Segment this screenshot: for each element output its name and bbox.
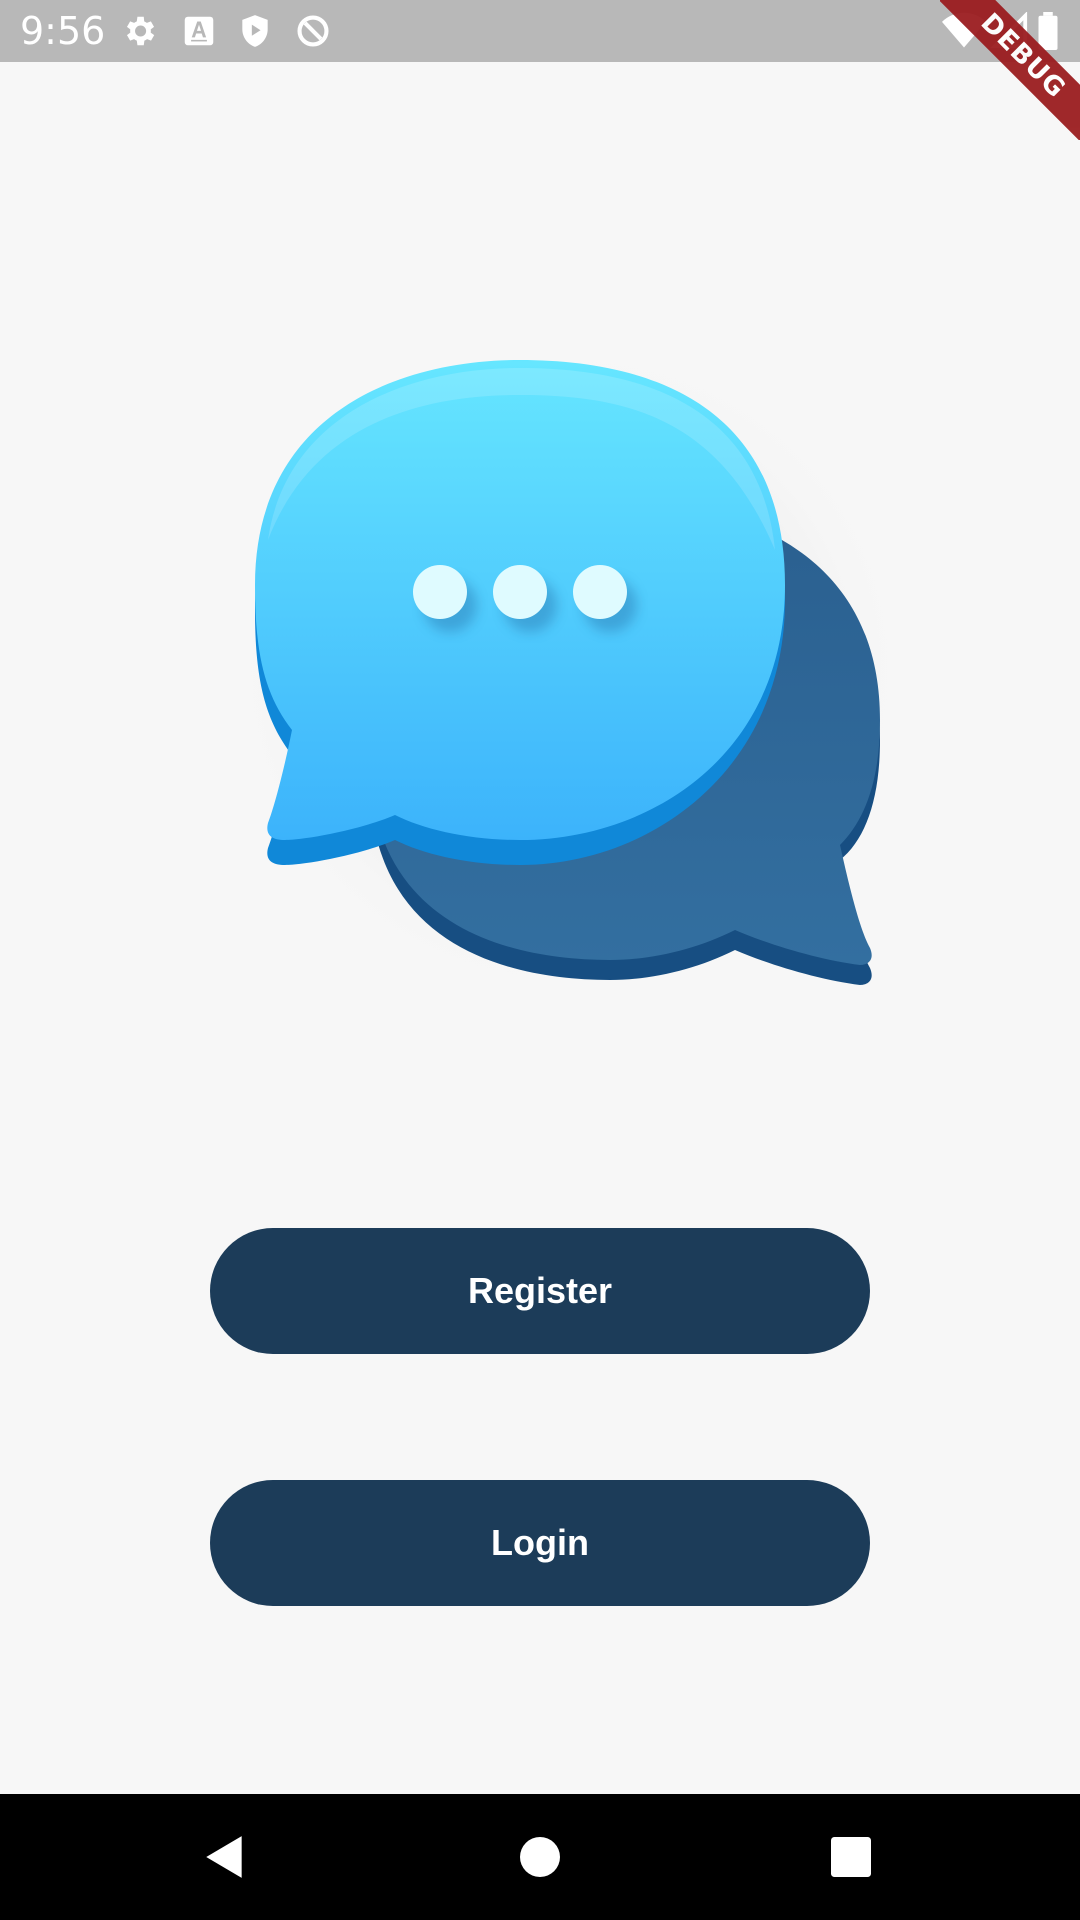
- register-button[interactable]: Register: [210, 1228, 870, 1354]
- battery-icon: [1036, 12, 1060, 51]
- gear-icon: [120, 12, 158, 50]
- navigation-bar: [0, 1794, 1080, 1920]
- welcome-screen: 9:56 DEBUG Register Login: [0, 0, 1080, 1920]
- dot-1: [413, 565, 467, 619]
- dot-3: [573, 565, 627, 619]
- play-protect-icon: [236, 12, 274, 50]
- front-bubble: [255, 360, 785, 865]
- home-icon[interactable]: [507, 1824, 573, 1890]
- chat-bubbles-icon: [200, 300, 960, 1060]
- recents-icon[interactable]: [818, 1824, 884, 1890]
- data-saver-icon: [294, 12, 332, 50]
- cellular-signal-icon: [990, 11, 1030, 50]
- back-icon[interactable]: [192, 1824, 258, 1890]
- wifi-icon: [942, 12, 986, 50]
- login-button[interactable]: Login: [210, 1480, 870, 1606]
- status-bar: 9:56 DEBUG: [0, 0, 1080, 140]
- status-time: 9:56: [20, 9, 106, 53]
- font-download-icon: [180, 12, 218, 50]
- dot-2: [493, 565, 547, 619]
